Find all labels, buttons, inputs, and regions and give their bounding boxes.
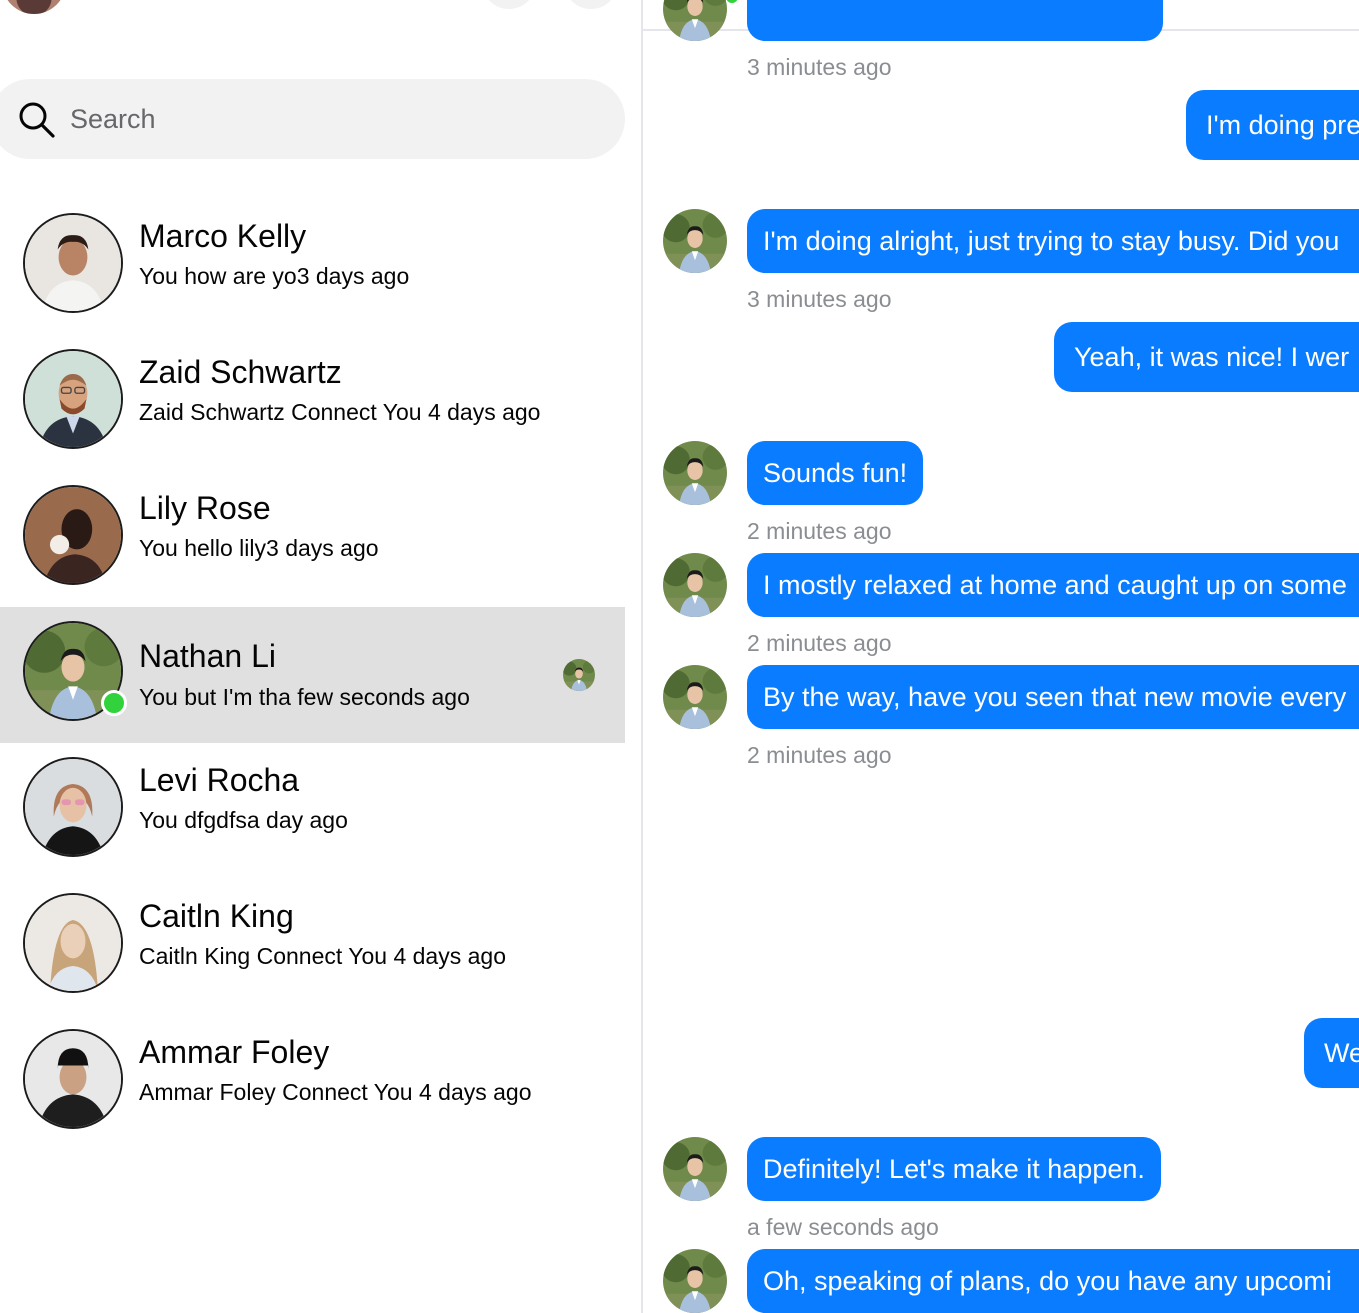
contact-item-marco-kelly[interactable]: Marco Kelly You how are yo3 days ago [0,193,625,329]
message-avatar [663,1137,727,1201]
new-message-button[interactable] [482,0,536,9]
message-timestamp: 2 minutes ago [747,518,892,544]
contact-name: Nathan Li [139,638,276,674]
message-timestamp: a few seconds ago [747,1214,939,1240]
message-bubble-outgoing: I'm doing pre [1186,90,1359,160]
avatar [23,757,123,857]
last-message-preview: Caitln King Connect You 4 days ago [139,943,506,969]
avatar [23,893,123,993]
settings-button[interactable] [564,0,618,9]
last-message-preview: You how are yo3 days ago [139,263,410,289]
contact-name: Ammar Foley [139,1034,330,1070]
message-avatar [663,665,727,729]
search-input[interactable] [70,79,570,159]
message-bubble-incoming: Definitely! Let's make it happen. [747,1137,1161,1201]
seen-avatar-icon [563,659,595,691]
message-avatar [663,209,727,273]
message-bubble-incoming: Sounds fun! [747,441,924,505]
last-message-preview: Zaid Schwartz Connect You 4 days ago [139,399,541,425]
last-message-preview: Ammar Foley Connect You 4 days ago [139,1079,532,1105]
message-timestamp: 3 minutes ago [747,286,892,312]
contact-item-lily-rose[interactable]: Lily Rose You hello lily3 days ago [0,465,625,601]
contact-item-zaid-schwartz[interactable]: Zaid Schwartz Zaid Schwartz Connect You … [0,329,625,465]
avatar [23,485,123,585]
message-bubble-incoming: I'm doing alright, just trying to stay b… [747,209,1359,273]
last-message-preview: You dfgdfsa day ago [139,807,348,833]
message-bubble-incoming: Oh, speaking of plans, do you have any u… [747,1249,1359,1313]
message-avatar [663,1249,727,1313]
message-avatar [663,0,727,41]
search-icon [19,102,55,138]
message-bubble-incoming: By the way, have you seen that new movie… [747,665,1359,729]
conversation-sidebar: Marco Kelly You how are yo3 days ago Zai… [0,0,641,1313]
contact-name: Marco Kelly [139,218,307,254]
contact-item-levi-rocha[interactable]: Levi Rocha You dfgdfsa day ago [0,737,625,873]
message-avatar [663,553,727,617]
contact-item-nathan-li[interactable]: Nathan Li You but I'm tha few seconds ag… [0,607,625,743]
message-timestamp: 2 minutes ago [747,630,892,656]
search-bar[interactable] [0,79,625,159]
avatar [23,1029,123,1129]
contact-name: Levi Rocha [139,762,300,798]
avatar [23,349,123,449]
avatar [23,213,123,313]
online-status-indicator [101,690,127,716]
message-bubble-outgoing: Yeah, it was nice! I wer [1054,322,1359,392]
contact-name: Lily Rose [139,490,271,526]
message-avatar [663,441,727,505]
contact-name: Zaid Schwartz [139,354,342,390]
last-message-preview: You but I'm tha few seconds ago [139,684,470,710]
message-bubble-incoming: I mostly relaxed at home and caught up o… [747,553,1359,617]
message-timestamp: 2 minutes ago [747,742,892,768]
last-message-preview: You hello lily3 days ago [139,535,379,561]
contact-item-caitln-king[interactable]: Caitln King Caitln King Connect You 4 da… [0,873,625,1009]
message-timestamp: 3 minutes ago [747,54,892,80]
message-bubble-outgoing: We [1304,1018,1359,1088]
current-user-avatar[interactable] [2,0,66,14]
message-bubble-incoming [747,0,1163,41]
contact-item-ammar-foley[interactable]: Ammar Foley Ammar Foley Connect You 4 da… [0,1009,625,1145]
contact-name: Caitln King [139,898,294,934]
chat-pane: 3 minutes ago I'm doing pre I'm doing al… [643,0,1359,1313]
